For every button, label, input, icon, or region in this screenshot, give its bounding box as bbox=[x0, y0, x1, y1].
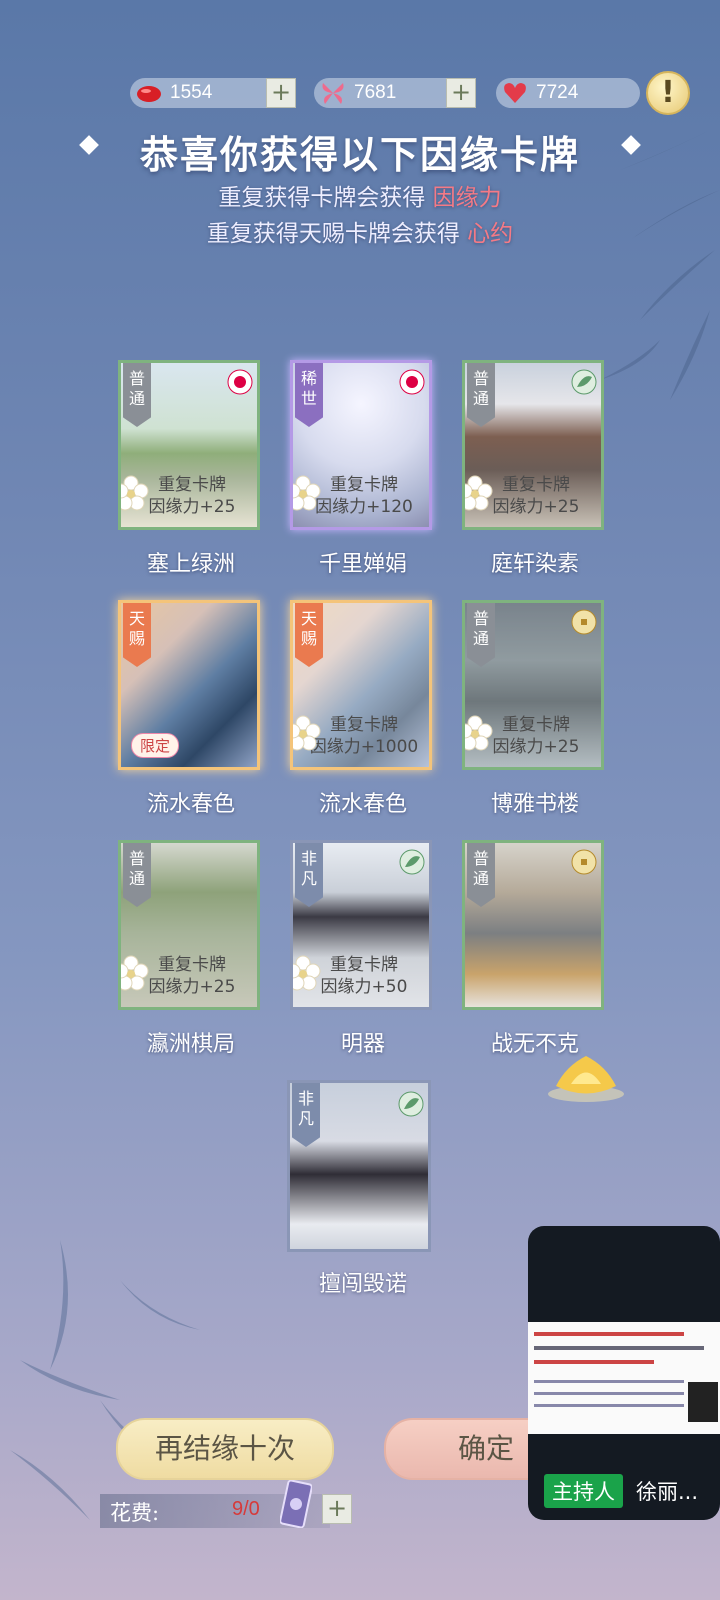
flower-emblem-icon bbox=[399, 369, 425, 395]
subtitle-highlight: 心约 bbox=[467, 221, 514, 247]
card-name: 擅闯毁诺 bbox=[318, 1272, 407, 1297]
add-ticket-button[interactable]: + bbox=[322, 1494, 352, 1524]
card-name: 明器 bbox=[340, 1032, 385, 1057]
add-red-gem-button[interactable]: + bbox=[266, 78, 296, 108]
flower-icon bbox=[293, 475, 321, 511]
ticket-icon bbox=[280, 1480, 312, 1528]
flower-icon bbox=[465, 715, 493, 751]
card[interactable]: 普通 重复卡牌 因缘力+25 bbox=[118, 840, 260, 1010]
currency-value: 7681 bbox=[354, 82, 397, 103]
rarity-tag: 非凡 bbox=[292, 1083, 320, 1147]
lotus-lantern-icon bbox=[548, 1056, 624, 1102]
card[interactable]: 普通 重复卡牌 因缘力+25 bbox=[118, 360, 260, 530]
subtitle-line-1: 重复获得卡牌会获得 因缘力 bbox=[0, 178, 720, 212]
card[interactable]: 非凡 bbox=[287, 1080, 431, 1252]
heart-icon bbox=[504, 83, 526, 103]
card-name: 千里婵娟 bbox=[318, 552, 407, 577]
rarity-tag: 普通 bbox=[123, 363, 151, 427]
currency-value: 1554 bbox=[170, 82, 213, 103]
flower-icon bbox=[121, 475, 149, 511]
host-name: 徐丽... bbox=[636, 1480, 699, 1504]
hint-button[interactable]: ! bbox=[646, 71, 690, 115]
draw-again-button[interactable]: 再结缘十次 bbox=[116, 1418, 334, 1480]
shared-document-preview bbox=[528, 1322, 720, 1434]
rarity-tag: 普通 bbox=[123, 843, 151, 907]
rarity-tag: 非凡 bbox=[295, 843, 323, 907]
card[interactable]: 天赐 限定 bbox=[118, 600, 260, 770]
subtitle-highlight: 因缘力 bbox=[432, 185, 502, 211]
card[interactable]: 普通 重复卡牌 因缘力+25 bbox=[462, 360, 604, 530]
doc-line bbox=[534, 1380, 684, 1383]
leaf-emblem-icon bbox=[571, 369, 597, 395]
currency-heart: 7724 bbox=[496, 78, 640, 108]
card[interactable]: 非凡 重复卡牌 因缘力+50 bbox=[290, 840, 432, 1010]
card[interactable]: 稀世 重复卡牌 因缘力+120 bbox=[290, 360, 432, 530]
video-overlay[interactable]: 主持人 徐丽... bbox=[528, 1226, 720, 1520]
rarity-tag: 天赐 bbox=[295, 603, 323, 667]
currency-red-gem: 1554 + bbox=[130, 78, 296, 108]
rarity-tag: 普通 bbox=[467, 603, 495, 667]
coin-emblem-icon bbox=[571, 849, 597, 875]
subtitle-text: 重复获得天赐卡牌会获得 bbox=[206, 221, 468, 247]
flower-icon bbox=[293, 715, 321, 751]
cost-label: 花费: bbox=[110, 1501, 160, 1525]
doc-line bbox=[534, 1346, 704, 1350]
subtitle-line-2: 重复获得天赐卡牌会获得 心约 bbox=[0, 214, 720, 248]
cost-value: 9/0 bbox=[232, 1498, 260, 1520]
rarity-tag: 稀世 bbox=[295, 363, 323, 427]
card[interactable]: 普通 bbox=[462, 840, 604, 1010]
red-gem-icon bbox=[137, 86, 161, 102]
flower-emblem-icon bbox=[227, 369, 253, 395]
doc-line bbox=[534, 1392, 684, 1395]
card-name: 流水春色 bbox=[146, 792, 235, 817]
leaf-emblem-icon bbox=[398, 1091, 424, 1117]
rarity-tag: 普通 bbox=[467, 363, 495, 427]
doc-line bbox=[534, 1404, 684, 1407]
card[interactable]: 天赐 重复卡牌 因缘力+1000 bbox=[290, 600, 432, 770]
rarity-tag: 天赐 bbox=[123, 603, 151, 667]
card-name: 瀛洲棋局 bbox=[146, 1032, 235, 1057]
butterfly-icon bbox=[322, 83, 344, 104]
currency-butterfly: 7681 + bbox=[314, 78, 476, 108]
card-name: 庭轩染素 bbox=[490, 552, 579, 577]
flower-icon bbox=[121, 955, 149, 991]
doc-thumbnail bbox=[688, 1382, 718, 1422]
flower-icon bbox=[465, 475, 493, 511]
leaf-emblem-icon bbox=[399, 849, 425, 875]
coin-emblem-icon bbox=[571, 609, 597, 635]
card-name: 流水春色 bbox=[318, 792, 407, 817]
subtitle-text: 重复获得卡牌会获得 bbox=[218, 185, 433, 211]
doc-line bbox=[534, 1332, 684, 1336]
add-butterfly-button[interactable]: + bbox=[446, 78, 476, 108]
rarity-tag: 普通 bbox=[467, 843, 495, 907]
limited-badge: 限定 bbox=[131, 733, 180, 758]
page-title: 恭喜你获得以下因缘卡牌 bbox=[139, 132, 580, 177]
currency-value: 7724 bbox=[536, 82, 579, 103]
flower-icon bbox=[293, 955, 321, 991]
host-badge: 主持人 bbox=[544, 1474, 623, 1508]
card-name: 塞上绿洲 bbox=[146, 552, 235, 577]
card[interactable]: 普通 重复卡牌 因缘力+25 bbox=[462, 600, 604, 770]
card-name: 博雅书楼 bbox=[490, 792, 579, 817]
doc-line bbox=[534, 1360, 654, 1364]
